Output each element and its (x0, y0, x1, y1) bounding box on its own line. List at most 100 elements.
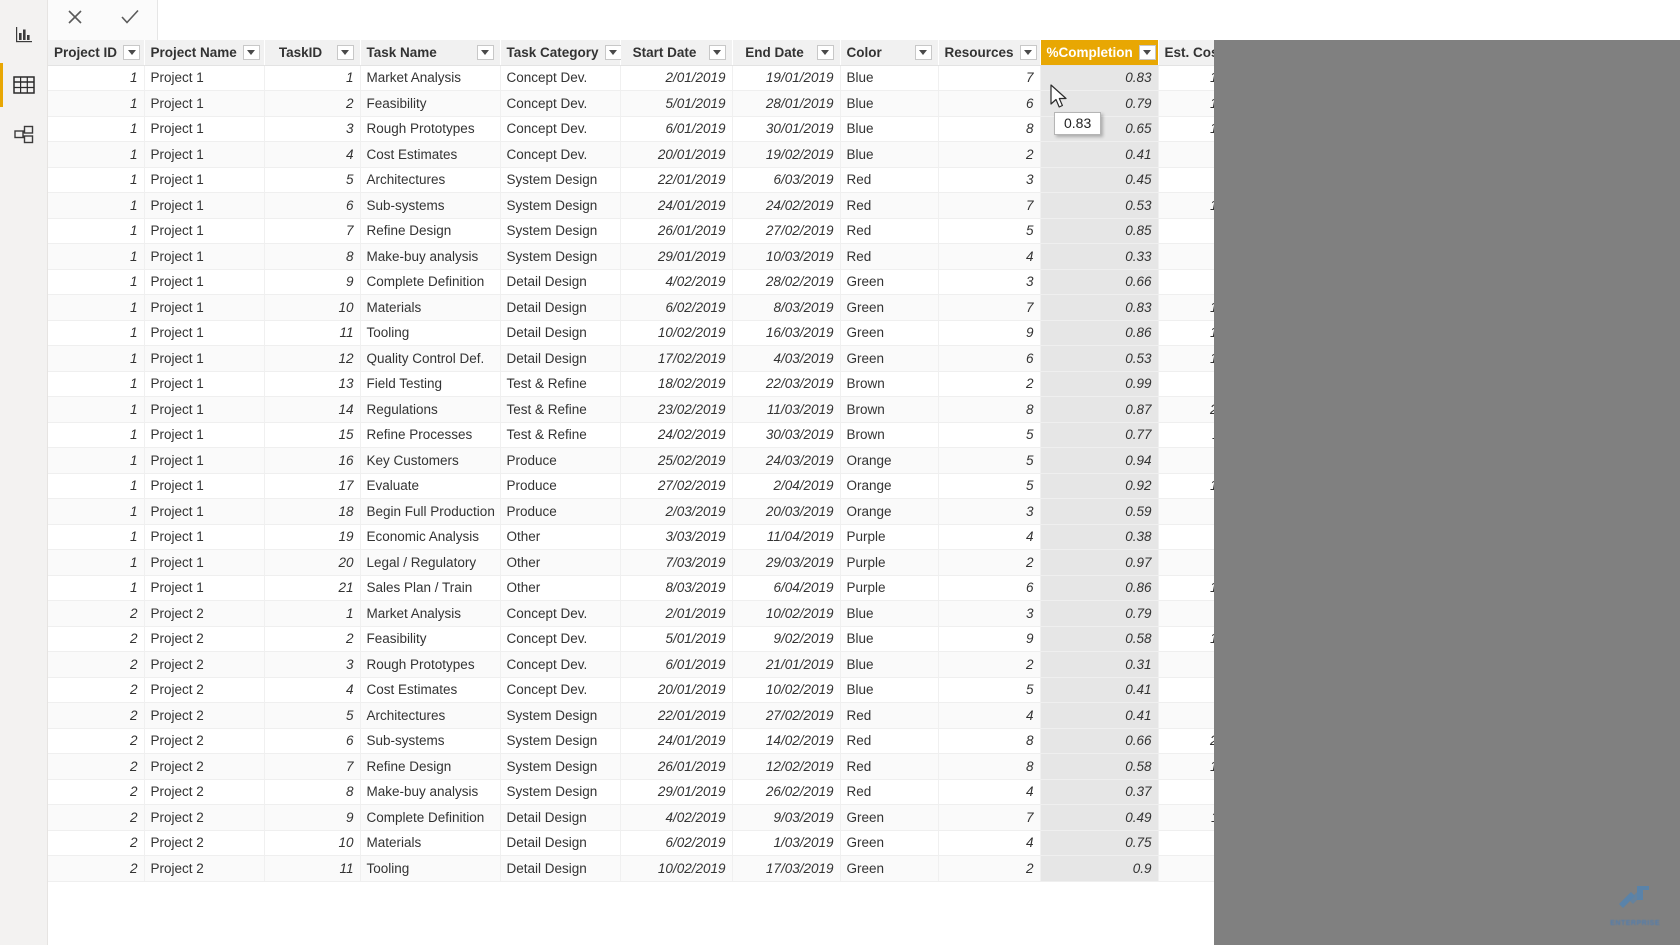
cell-start_date[interactable]: 23/02/2019 (620, 396, 733, 423)
cell-task_category[interactable]: System Design (500, 243, 621, 270)
table-row[interactable]: 1 Project 1 19 Economic Analysis Other 3/03/2… (48, 524, 1214, 550)
cell-task_category[interactable]: Other (500, 549, 621, 576)
cell-project_id[interactable]: 2 (48, 702, 145, 729)
column-header-end_date[interactable]: End Date (732, 40, 841, 66)
cell-start_date[interactable]: 2/01/2019 (620, 65, 733, 91)
cell-color[interactable]: Brown (840, 371, 939, 397)
cell-completion[interactable]: 0.97 (1040, 549, 1159, 576)
cell-completion[interactable]: 0.99 (1040, 371, 1159, 397)
cell-start_date[interactable]: 22/01/2019 (620, 167, 733, 193)
cell-task_name[interactable]: Quality Control Def. (360, 345, 501, 372)
cell-completion[interactable]: 0.53 (1040, 345, 1159, 372)
cell-start_date[interactable]: 8/03/2019 (620, 575, 733, 601)
cell-color[interactable]: Purple (840, 575, 939, 601)
cell-task_name[interactable]: Materials (360, 294, 501, 321)
cell-task_id[interactable]: 6 (264, 728, 361, 754)
cell-task_name[interactable]: Market Analysis (360, 65, 501, 91)
cell-task_id[interactable]: 8 (264, 779, 361, 805)
cell-resources[interactable]: 2 (938, 371, 1041, 397)
cell-color[interactable]: Blue (840, 90, 939, 117)
table-row[interactable]: 2 Project 2 9 Complete Definition Detail Des… (48, 804, 1214, 831)
cell-start_date[interactable]: 29/01/2019 (620, 243, 733, 270)
cell-project_id[interactable]: 1 (48, 371, 145, 397)
cell-color[interactable]: Green (840, 320, 939, 346)
cell-completion[interactable]: 0.85 (1040, 218, 1159, 244)
cell-end_date[interactable]: 30/01/2019 (732, 116, 841, 142)
cell-color[interactable]: Orange (840, 447, 939, 474)
cell-completion[interactable]: 0.86 (1040, 575, 1159, 601)
cell-completion[interactable]: 0.59 (1040, 498, 1159, 525)
column-header-project_id[interactable]: Project ID (48, 40, 145, 66)
cell-task_name[interactable]: Refine Design (360, 218, 501, 244)
table-row[interactable]: 1 Project 1 13 Field Testing Test & Refine 18… (48, 371, 1214, 397)
cell-resources[interactable]: 5 (938, 422, 1041, 448)
filter-dropdown-start_date[interactable] (708, 44, 726, 60)
cell-project_id[interactable]: 1 (48, 575, 145, 601)
cell-start_date[interactable]: 2/01/2019 (620, 600, 733, 627)
table-row[interactable]: 1 Project 1 3 Rough Prototypes Concept Dev. 6… (48, 116, 1214, 142)
cell-resources[interactable]: 6 (938, 575, 1041, 601)
cell-resources[interactable]: 2 (938, 141, 1041, 168)
table-row[interactable]: 1 Project 1 11 Tooling Detail Design 10/02/20… (48, 320, 1214, 346)
cell-end_date[interactable]: 20/03/2019 (732, 498, 841, 525)
cell-completion[interactable]: 0.66 (1040, 269, 1159, 295)
table-row[interactable]: 1 Project 1 8 Make-buy analysis System Desig… (48, 243, 1214, 270)
cell-task_id[interactable]: 10 (264, 294, 361, 321)
cell-start_date[interactable]: 10/02/2019 (620, 855, 733, 882)
cell-est_costs[interactable]: 9800 (1158, 218, 1214, 244)
cell-est_costs[interactable]: 12900 (1158, 65, 1214, 91)
cell-completion[interactable]: 0.31 (1040, 651, 1159, 678)
cell-task_id[interactable]: 2 (264, 90, 361, 117)
cell-completion[interactable]: 0.49 (1040, 804, 1159, 831)
column-header-color[interactable]: Color (840, 40, 939, 66)
cell-task_name[interactable]: Market Analysis (360, 600, 501, 627)
cell-color[interactable]: Brown (840, 396, 939, 423)
cell-project_name[interactable]: Project 2 (144, 651, 265, 678)
cell-project_id[interactable]: 2 (48, 728, 145, 754)
cell-task_id[interactable]: 2 (264, 626, 361, 652)
cell-est_costs[interactable]: 16500 (1158, 320, 1214, 346)
cell-est_costs[interactable]: 16200 (1158, 626, 1214, 652)
cell-start_date[interactable]: 18/02/2019 (620, 371, 733, 397)
cell-resources[interactable]: 6 (938, 90, 1041, 117)
cell-end_date[interactable]: 28/02/2019 (732, 269, 841, 295)
cell-project_id[interactable]: 1 (48, 116, 145, 142)
column-header-project_name[interactable]: Project Name (144, 40, 265, 66)
cell-task_category[interactable]: Concept Dev. (500, 116, 621, 142)
cell-end_date[interactable]: 21/01/2019 (732, 651, 841, 678)
cell-task_category[interactable]: Test & Refine (500, 396, 621, 423)
cell-completion[interactable]: 0.58 (1040, 626, 1159, 652)
cell-task_id[interactable]: 16 (264, 447, 361, 474)
cell-color[interactable]: Green (840, 804, 939, 831)
cell-end_date[interactable]: 16/03/2019 (732, 320, 841, 346)
cell-project_name[interactable]: Project 1 (144, 345, 265, 372)
cell-resources[interactable]: 5 (938, 218, 1041, 244)
cell-project_name[interactable]: Project 2 (144, 779, 265, 805)
cell-resources[interactable]: 2 (938, 855, 1041, 882)
cell-task_category[interactable]: Detail Design (500, 830, 621, 856)
cell-task_category[interactable]: Concept Dev. (500, 90, 621, 117)
table-row[interactable]: 2 Project 2 3 Rough Prototypes Concept Dev. 6… (48, 651, 1214, 678)
cell-resources[interactable]: 7 (938, 65, 1041, 91)
cell-color[interactable]: Blue (840, 65, 939, 91)
table-row[interactable]: 2 Project 2 2 Feasibility Concept Dev. 5/01/2… (48, 626, 1214, 652)
cell-completion[interactable]: 0.86 (1040, 320, 1159, 346)
cell-end_date[interactable]: 24/03/2019 (732, 447, 841, 474)
cell-start_date[interactable]: 17/02/2019 (620, 345, 733, 372)
cell-completion[interactable]: 0.41 (1040, 702, 1159, 729)
cell-est_costs[interactable]: 14300 (1158, 345, 1214, 372)
cell-est_costs[interactable]: 14600 (1158, 90, 1214, 117)
cell-start_date[interactable]: 24/01/2019 (620, 192, 733, 219)
cell-task_category[interactable]: System Design (500, 753, 621, 780)
cell-task_id[interactable]: 20 (264, 549, 361, 576)
cell-project_name[interactable]: Project 1 (144, 294, 265, 321)
cell-task_name[interactable]: Make-buy analysis (360, 779, 501, 805)
cell-start_date[interactable]: 2/03/2019 (620, 498, 733, 525)
column-header-task_name[interactable]: Task Name (360, 40, 501, 66)
cell-resources[interactable]: 3 (938, 600, 1041, 627)
column-header-est_costs[interactable]: Est. Costs (1158, 40, 1214, 66)
cell-resources[interactable]: 8 (938, 116, 1041, 142)
cell-task_id[interactable]: 4 (264, 677, 361, 703)
cell-completion[interactable]: 0.38 (1040, 524, 1159, 550)
cell-resources[interactable]: 4 (938, 702, 1041, 729)
